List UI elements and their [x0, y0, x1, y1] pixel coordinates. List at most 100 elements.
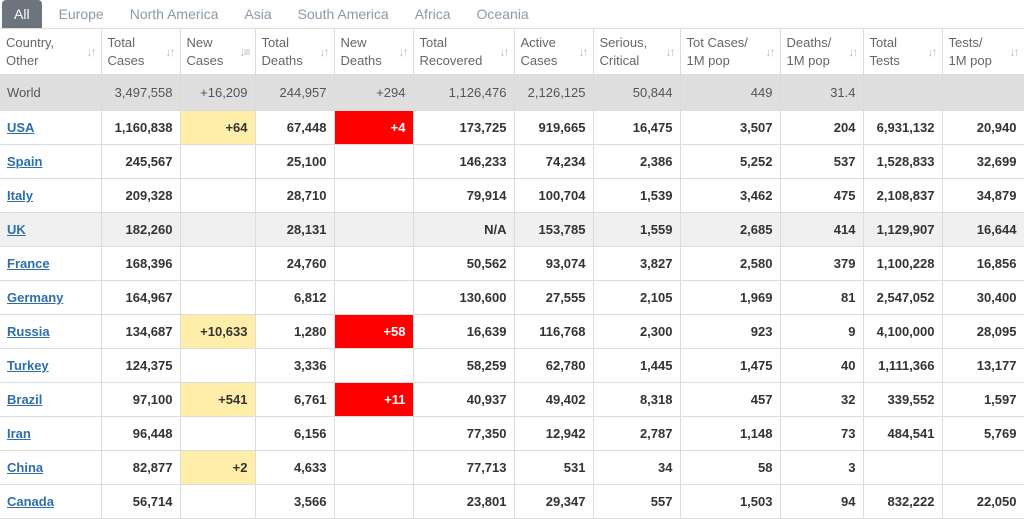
- country-link[interactable]: Spain: [7, 154, 42, 169]
- cell-tests-1m-pop: [941, 74, 1024, 111]
- cell-total-cases: 97,100: [100, 382, 181, 417]
- column-header-total-cases[interactable]: Total Cases ↓↑: [100, 29, 181, 75]
- country-link[interactable]: China: [7, 460, 43, 475]
- cell-total-deaths: 6,156: [254, 416, 335, 451]
- column-header-line: Recovered: [419, 52, 483, 68]
- sort-icon[interactable]: ↓↑: [928, 43, 938, 61]
- cell-total-tests: [862, 74, 943, 111]
- cell-total-cases: 245,567: [100, 144, 181, 179]
- cell-deaths-1m-pop: 32: [779, 382, 864, 417]
- column-header-line: Tests: [869, 52, 900, 68]
- cell-tot-cases-1m-pop: 923: [679, 314, 781, 349]
- cell-new-deaths: [333, 484, 414, 519]
- country-link[interactable]: Italy: [7, 188, 33, 203]
- country-link[interactable]: USA: [7, 120, 34, 135]
- column-header-line: Tests/: [948, 34, 983, 50]
- sort-icon[interactable]: ↓↑: [579, 43, 589, 61]
- cell-tot-cases-1m-pop: 3,507: [679, 110, 781, 145]
- column-header-serious-critical[interactable]: Serious, Critical ↓↑: [592, 29, 681, 75]
- column-header-line: New: [340, 34, 367, 50]
- tab-africa[interactable]: Africa: [402, 0, 464, 28]
- tab-europe[interactable]: Europe: [46, 0, 117, 28]
- column-header-active-cases[interactable]: Active Cases ↓↑: [513, 29, 594, 75]
- cell-country-other: Russia: [0, 314, 102, 349]
- cell-new-cases: +16,209: [179, 74, 256, 111]
- cell-tests-1m-pop: 13,177: [941, 348, 1024, 383]
- column-header-line: Deaths/: [786, 34, 832, 50]
- table-row: China 82,877 +2 4,633 77,713 531 34 58 3: [0, 450, 1024, 485]
- column-header-tot-cases-1m-pop[interactable]: Tot Cases/1M pop ↓↑: [679, 29, 781, 75]
- cell-country-other: Canada: [0, 484, 102, 519]
- cell-country-other: Spain: [0, 144, 102, 179]
- sort-icon[interactable]: ↓↑: [166, 43, 176, 61]
- column-header-line: 1M pop: [786, 52, 830, 68]
- cell-tests-1m-pop: 5,769: [941, 416, 1024, 451]
- tab-all[interactable]: All: [2, 0, 42, 28]
- cell-total-cases: 182,260: [100, 212, 181, 247]
- cell-deaths-1m-pop: 3: [779, 450, 864, 485]
- cell-serious-critical: 8,318: [592, 382, 681, 417]
- cell-total-cases: 124,375: [100, 348, 181, 383]
- column-header-deaths-1m-pop[interactable]: Deaths/1M pop ↓↑: [779, 29, 864, 75]
- cell-total-tests: 2,547,052: [862, 280, 943, 315]
- sort-icon[interactable]: ↓↑: [849, 43, 859, 61]
- column-header-new-cases[interactable]: New Cases ↓≡: [179, 29, 256, 75]
- cell-tot-cases-1m-pop: 1,475: [679, 348, 781, 383]
- sort-icon[interactable]: ↓≡: [239, 43, 250, 61]
- country-link[interactable]: Turkey: [7, 358, 49, 373]
- country-link[interactable]: UK: [7, 222, 26, 237]
- cell-country-other: China: [0, 450, 102, 485]
- column-header-tests-1m-pop[interactable]: Tests/1M pop ↓↑: [941, 29, 1024, 75]
- sort-icon[interactable]: ↓↑: [1010, 43, 1020, 61]
- sort-icon[interactable]: ↓↑: [500, 43, 510, 61]
- tab-south-america[interactable]: South America: [285, 0, 402, 28]
- cell-deaths-1m-pop: 414: [779, 212, 864, 247]
- cell-tot-cases-1m-pop: 58: [679, 450, 781, 485]
- cell-total-deaths: 67,448: [254, 110, 335, 145]
- cell-active-cases: 919,665: [513, 110, 594, 145]
- country-link[interactable]: Canada: [7, 494, 54, 509]
- sort-icon[interactable]: ↓↑: [87, 43, 97, 61]
- tab-oceania[interactable]: Oceania: [464, 0, 542, 28]
- cell-active-cases: 531: [513, 450, 594, 485]
- country-link[interactable]: Germany: [7, 290, 63, 305]
- cell-total-deaths: 24,760: [254, 246, 335, 281]
- cell-total-tests: [862, 450, 943, 485]
- cell-serious-critical: 2,787: [592, 416, 681, 451]
- cell-total-recovered: 50,562: [412, 246, 515, 281]
- cell-serious-critical: 557: [592, 484, 681, 519]
- sort-icon[interactable]: ↓↑: [766, 43, 776, 61]
- cell-country-other: World: [0, 74, 102, 111]
- cell-tests-1m-pop: 30,400: [941, 280, 1024, 315]
- column-header-new-deaths[interactable]: New Deaths ↓↑: [333, 29, 414, 75]
- cell-total-tests: 832,222: [862, 484, 943, 519]
- region-tabs: All Europe North America Asia South America A…: [0, 0, 1024, 29]
- sort-icon[interactable]: ↓↑: [666, 43, 676, 61]
- cell-deaths-1m-pop: 31.4: [779, 74, 864, 111]
- column-header-total-deaths[interactable]: Total Deaths ↓↑: [254, 29, 335, 75]
- column-header-line: Deaths: [340, 52, 382, 68]
- cell-total-recovered: 130,600: [412, 280, 515, 315]
- country-link[interactable]: Iran: [7, 426, 31, 441]
- cell-total-recovered: 79,914: [412, 178, 515, 213]
- column-header-line: Total: [869, 34, 897, 50]
- cell-serious-critical: 3,827: [592, 246, 681, 281]
- country-link[interactable]: Brazil: [7, 392, 42, 407]
- table-row: Brazil 97,100 +541 6,761 +11 40,937 49,402 8,31…: [0, 382, 1024, 417]
- sort-icon[interactable]: ↓↑: [399, 43, 409, 61]
- tab-north-america[interactable]: North America: [117, 0, 232, 28]
- cell-tot-cases-1m-pop: 449: [679, 74, 781, 111]
- cell-total-cases: 82,877: [100, 450, 181, 485]
- tab-asia[interactable]: Asia: [231, 0, 284, 28]
- cell-tests-1m-pop: 20,940: [941, 110, 1024, 145]
- column-header-country-other[interactable]: Country, Other ↓↑: [0, 29, 102, 75]
- column-header-total-tests[interactable]: Total Tests ↓↑: [862, 29, 943, 75]
- sort-icon[interactable]: ↓↑: [320, 43, 330, 61]
- column-header-total-recovered[interactable]: Total Recovered ↓↑: [412, 29, 515, 75]
- cell-country-other: France: [0, 246, 102, 281]
- cell-tests-1m-pop: 1,597: [941, 382, 1024, 417]
- cell-new-cases: [179, 178, 256, 213]
- country-link[interactable]: Russia: [7, 324, 50, 339]
- cell-serious-critical: 2,105: [592, 280, 681, 315]
- country-link[interactable]: France: [7, 256, 50, 271]
